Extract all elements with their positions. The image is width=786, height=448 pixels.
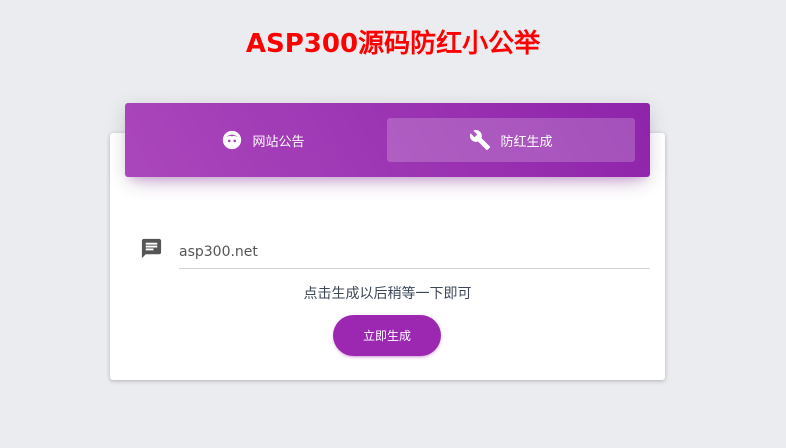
tab-generate-label: 防红生成: [500, 134, 553, 150]
tab-notice[interactable]: 网站公告: [139, 118, 387, 162]
chat-icon: [140, 237, 163, 260]
hint-text: 点击生成以后稍等一下即可: [303, 286, 472, 302]
face-icon: [221, 129, 243, 151]
generate-button[interactable]: 立即生成: [333, 315, 441, 356]
tab-header: 网站公告 防红生成: [125, 103, 650, 177]
url-input[interactable]: [179, 236, 650, 269]
tab-notice-label: 网站公告: [252, 134, 305, 150]
url-field-row: [140, 236, 650, 270]
page-title: ASP300源码防红小公举: [245, 29, 541, 59]
wrench-icon: [469, 129, 491, 151]
tab-generate[interactable]: 防红生成: [387, 118, 635, 162]
